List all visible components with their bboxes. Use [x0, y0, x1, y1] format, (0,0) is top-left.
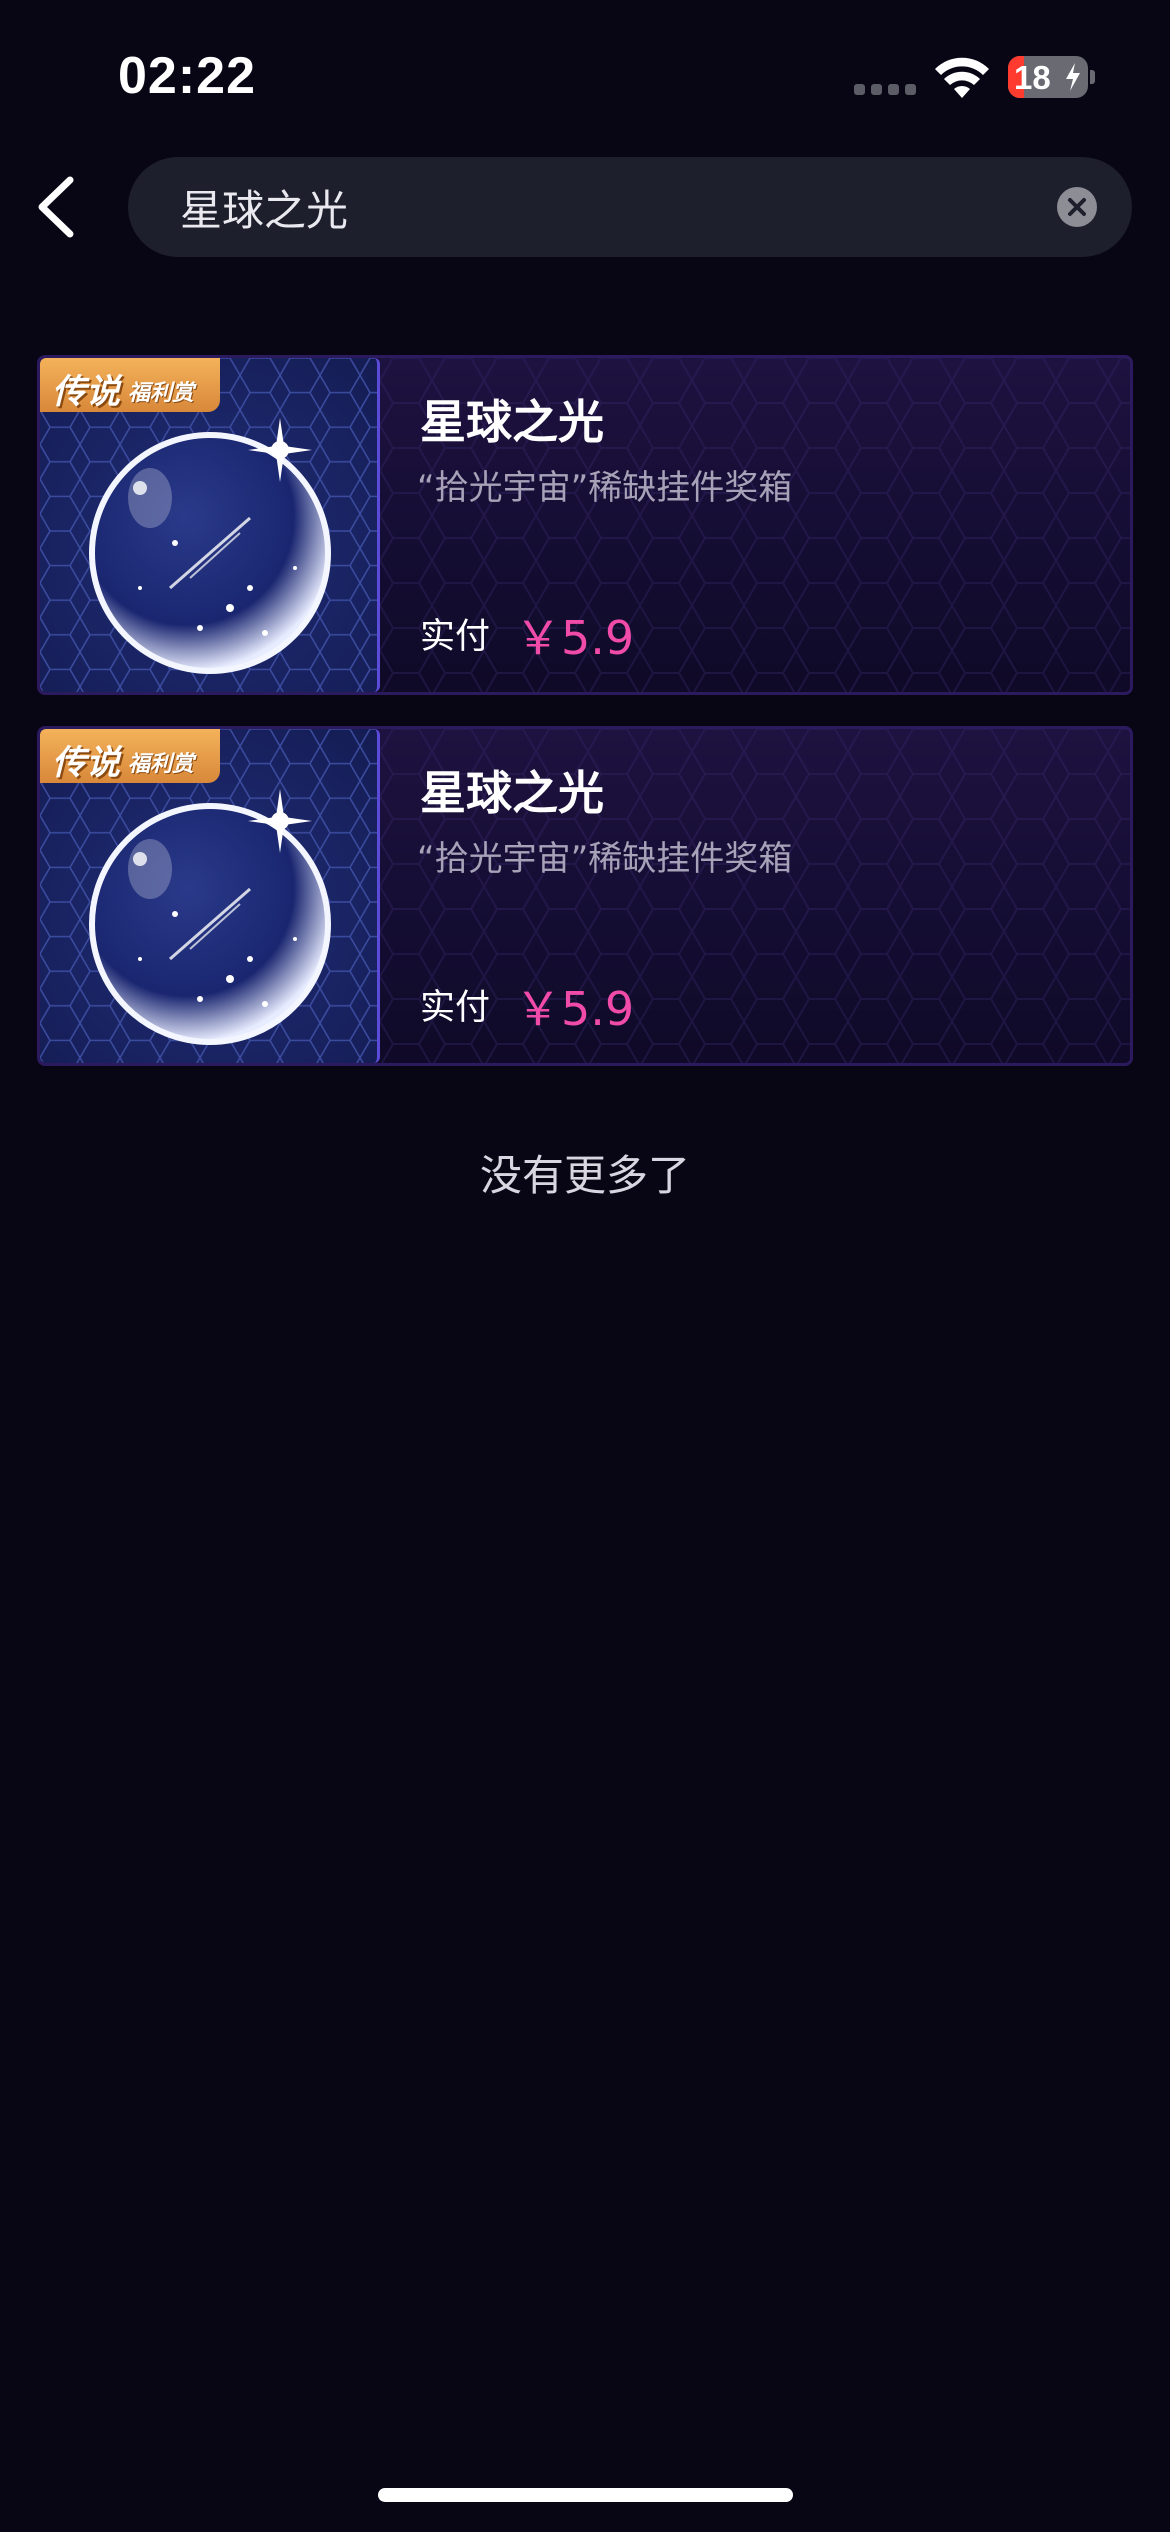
bolt-icon — [1066, 63, 1080, 91]
back-button[interactable] — [24, 170, 94, 244]
price-value: ￥5.9 — [515, 982, 635, 1036]
item-subtitle: “拾光宇宙”稀缺挂件奖箱 — [417, 468, 793, 508]
search-input[interactable] — [180, 157, 1040, 257]
price-label: 实付 — [420, 988, 491, 1028]
no-more-results-text: 没有更多了 — [479, 1151, 690, 1200]
badge-main-label: 传说 — [52, 743, 120, 783]
result-card[interactable]: 传说 福利赏 星球之光 “拾光宇宙”稀缺挂件奖箱 实付 ￥5.9 — [37, 355, 1133, 695]
crystal-orb-image — [89, 418, 331, 674]
item-title: 星球之光 — [420, 395, 604, 449]
cellular-signal-icon — [854, 84, 916, 96]
crystal-orb-image — [89, 789, 331, 1045]
screen: 02:22 18 星球之光 传说 福利赏 星球之光 “拾光宇宙”稀缺挂件奖箱 实… — [0, 0, 1170, 2532]
product-thumbnail: 传说 福利赏 — [40, 729, 380, 1063]
item-subtitle: “拾光宇宙”稀缺挂件奖箱 — [417, 839, 793, 879]
search-bar — [128, 157, 1132, 257]
product-thumbnail: 传说 福利赏 — [40, 358, 380, 692]
clear-search-button[interactable] — [1057, 187, 1097, 227]
badge-sub-label: 福利赏 — [128, 381, 195, 406]
badge-sub-label: 福利赏 — [128, 752, 195, 777]
wifi-icon — [935, 57, 989, 98]
battery-tip — [1090, 70, 1095, 84]
battery-indicator: 18 — [1008, 56, 1088, 98]
status-bar: 02:22 18 — [0, 0, 1170, 150]
close-icon — [1068, 198, 1086, 216]
price-value: ￥5.9 — [515, 611, 635, 665]
result-card[interactable]: 传说 福利赏 星球之光 “拾光宇宙”稀缺挂件奖箱 实付 ￥5.9 — [37, 726, 1133, 1066]
chevron-left-icon — [38, 176, 74, 238]
badge-main-label: 传说 — [52, 372, 120, 412]
legend-badge: 传说 福利赏 — [40, 358, 220, 412]
price-label: 实付 — [420, 617, 491, 657]
item-title: 星球之光 — [420, 766, 604, 820]
status-time: 02:22 — [118, 47, 256, 105]
legend-badge: 传说 福利赏 — [40, 729, 220, 783]
home-indicator[interactable] — [378, 2488, 793, 2502]
